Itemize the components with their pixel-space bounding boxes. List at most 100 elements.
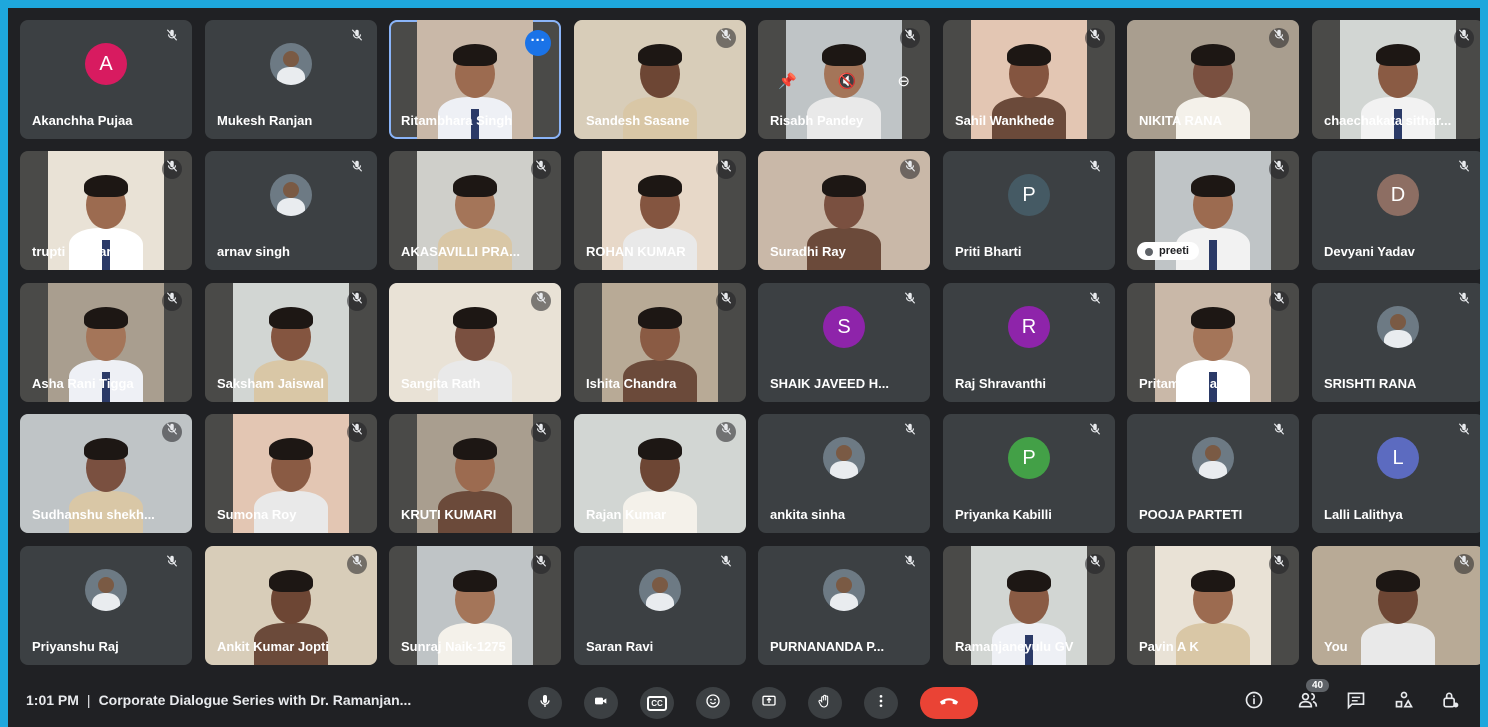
participant-tile-lalli-lalithya[interactable]: L Lalli Lalithya bbox=[1312, 414, 1480, 533]
participant-name: Sandesh Sasane bbox=[586, 113, 690, 128]
participant-tile-rajan-kumar[interactable]: Rajan Kumar bbox=[574, 414, 746, 533]
participant-tile-ankit-kumar-jopti[interactable]: Ankit Kumar Jopti bbox=[205, 546, 377, 665]
avatar-face bbox=[652, 577, 668, 593]
participant-tile-purnananda-p[interactable]: PURNANANDA P... bbox=[758, 546, 930, 665]
avatar bbox=[270, 43, 312, 85]
person-hair bbox=[822, 44, 866, 66]
participant-name: SHAIK JAVEED H... bbox=[770, 376, 889, 391]
participant-tile-priyanshu-raj[interactable]: Priyanshu Raj bbox=[20, 546, 192, 665]
end-call-button[interactable] bbox=[920, 687, 978, 719]
participant-tile-pooja-parteti[interactable]: POOJA PARTETI bbox=[1127, 414, 1299, 533]
mic-off-icon bbox=[347, 28, 367, 48]
participant-tile-ritambhara-singh[interactable]: ··· Ritambhara Singh bbox=[389, 20, 561, 139]
participant-name: Sumona Roy bbox=[217, 507, 297, 522]
mic-off-icon bbox=[1269, 28, 1289, 48]
participant-tile-akasavilli-pra[interactable]: AKASAVILLI PRA... bbox=[389, 151, 561, 270]
person-hair bbox=[84, 175, 128, 197]
info-icon bbox=[1244, 690, 1264, 715]
participant-tile-suradhi-ray[interactable]: Suradhi Ray bbox=[758, 151, 930, 270]
participant-name: Raj Shravanthi bbox=[955, 376, 1047, 391]
person-hair bbox=[822, 175, 866, 197]
people-button[interactable] bbox=[1294, 688, 1322, 716]
participant-tile-sahil-wankhede[interactable]: Sahil Wankhede bbox=[943, 20, 1115, 139]
meeting-title: Corporate Dialogue Series with Dr. Raman… bbox=[98, 692, 412, 708]
participant-tile-ishita-chandra[interactable]: Ishita Chandra bbox=[574, 283, 746, 402]
mic-off-icon bbox=[716, 28, 736, 48]
participant-tile-sunraj-naik-1275[interactable]: Sunraj Naik-1275 bbox=[389, 546, 561, 665]
participant-tile-sudhanshu-shekh[interactable]: Sudhanshu shekh... bbox=[20, 414, 192, 533]
mute-toggle-icon[interactable]: 🔇 bbox=[838, 72, 857, 90]
participant-tile-risabh-pandey[interactable]: 📌 🔇 ⊖ Risabh Pandey bbox=[758, 20, 930, 139]
participant-tile-pavin-a-k[interactable]: Pavin A K bbox=[1127, 546, 1299, 665]
participant-tile-ramanjaneyulu-gv[interactable]: Ramanjaneyulu GV bbox=[943, 546, 1115, 665]
person-hair bbox=[1376, 570, 1420, 592]
participant-tile-asha-rani-tigga[interactable]: Asha Rani Tigga bbox=[20, 283, 192, 402]
speaking-indicator-icon bbox=[1145, 248, 1153, 256]
mic-off-icon bbox=[900, 554, 920, 574]
participant-tile-preeti[interactable]: preeti bbox=[1127, 151, 1299, 270]
participant-tile-chaechakata-sithar[interactable]: chaechakata sithar... bbox=[1312, 20, 1480, 139]
participant-tile-srishti-rana[interactable]: SRISHTI RANA bbox=[1312, 283, 1480, 402]
participant-grid: A Akanchha Pujaa Mukesh Ranjan ··· Ritambhar… bbox=[8, 8, 1480, 676]
host-controls-button[interactable] bbox=[1436, 688, 1464, 716]
participant-tile-priyanka-kabilli[interactable]: P Priyanka Kabilli bbox=[943, 414, 1115, 533]
participant-tile-sumona-roy[interactable]: Sumona Roy bbox=[205, 414, 377, 533]
participant-tile-sandesh-sasane[interactable]: Sandesh Sasane bbox=[574, 20, 746, 139]
participant-tile-mukesh-ranjan[interactable]: Mukesh Ranjan bbox=[205, 20, 377, 139]
mic-off-icon bbox=[1085, 159, 1105, 179]
info-button[interactable] bbox=[1240, 688, 1268, 716]
emoji-button[interactable] bbox=[696, 687, 730, 719]
participant-tile-you[interactable]: You bbox=[1312, 546, 1480, 665]
participant-name: Ritambhara Singh bbox=[401, 113, 513, 128]
tile-more-options-icon[interactable]: ··· bbox=[525, 30, 551, 56]
more-options-button[interactable] bbox=[864, 687, 898, 719]
participant-name: KRUTI KUMARI bbox=[401, 507, 497, 522]
participant-tile-pritam-mohanty[interactable]: Pritam Mohanty bbox=[1127, 283, 1299, 402]
participant-tile-saksham-jaiswal[interactable]: Saksham Jaiswal bbox=[205, 283, 377, 402]
mic-off-icon bbox=[716, 554, 736, 574]
chat-button[interactable] bbox=[1342, 688, 1370, 716]
participant-tile-akanchha-pujaa[interactable]: A Akanchha Pujaa bbox=[20, 20, 192, 139]
activities-button[interactable] bbox=[1390, 688, 1418, 716]
captions-button[interactable]: CC bbox=[640, 687, 674, 719]
separator: | bbox=[86, 692, 91, 708]
participant-name: Ishita Chandra bbox=[586, 376, 677, 391]
participant-tile-kruti-kumari[interactable]: KRUTI KUMARI bbox=[389, 414, 561, 533]
avatar-initial: A bbox=[85, 43, 127, 85]
participant-tile-devyani-yadav[interactable]: D Devyani Yadav bbox=[1312, 151, 1480, 270]
avatar bbox=[823, 437, 865, 479]
participant-name: Saran Ravi bbox=[586, 639, 654, 654]
participant-tile-raj-shravanthi[interactable]: R Raj Shravanthi bbox=[943, 283, 1115, 402]
camera-button[interactable] bbox=[584, 687, 618, 719]
person-hair bbox=[638, 44, 682, 66]
participant-tile-ankita-sinha[interactable]: ankita sinha bbox=[758, 414, 930, 533]
participant-tile-nikita-rana[interactable]: NIKITA RANA bbox=[1127, 20, 1299, 139]
person-hair bbox=[1191, 175, 1235, 197]
avatar bbox=[270, 174, 312, 216]
participant-tile-priti-bharti[interactable]: P Priti Bharti bbox=[943, 151, 1115, 270]
participant-tile-arnav-singh[interactable]: arnav singh bbox=[205, 151, 377, 270]
participant-name: chaechakata sithar... bbox=[1324, 113, 1452, 128]
participant-tile-rohan-kumar[interactable]: ROHAN KUMAR bbox=[574, 151, 746, 270]
person-hair bbox=[638, 175, 682, 197]
person-hair bbox=[84, 307, 128, 329]
raise-hand-button[interactable] bbox=[808, 687, 842, 719]
mic-button[interactable] bbox=[528, 687, 562, 719]
raise-hand-icon bbox=[817, 693, 833, 714]
participant-tile-trupti-gadkari[interactable]: trupti gadkari bbox=[20, 151, 192, 270]
person-hair bbox=[453, 307, 497, 329]
participant-tile-sangita-rath[interactable]: Sangita Rath bbox=[389, 283, 561, 402]
present-icon bbox=[761, 693, 777, 714]
mic-off-icon bbox=[1085, 28, 1105, 48]
pin-icon[interactable]: 📌 bbox=[778, 72, 797, 90]
mic-off-icon bbox=[1085, 554, 1105, 574]
avatar bbox=[823, 569, 865, 611]
participant-tile-saran-ravi[interactable]: Saran Ravi bbox=[574, 546, 746, 665]
avatar-initial: P bbox=[1008, 174, 1050, 216]
participant-tile-shaik-javeed-h[interactable]: S SHAIK JAVEED H... bbox=[758, 283, 930, 402]
remove-icon[interactable]: ⊖ bbox=[897, 72, 910, 90]
mic-off-icon bbox=[1269, 291, 1289, 311]
present-button[interactable] bbox=[752, 687, 786, 719]
mic-off-icon bbox=[531, 422, 551, 442]
avatar bbox=[639, 569, 681, 611]
